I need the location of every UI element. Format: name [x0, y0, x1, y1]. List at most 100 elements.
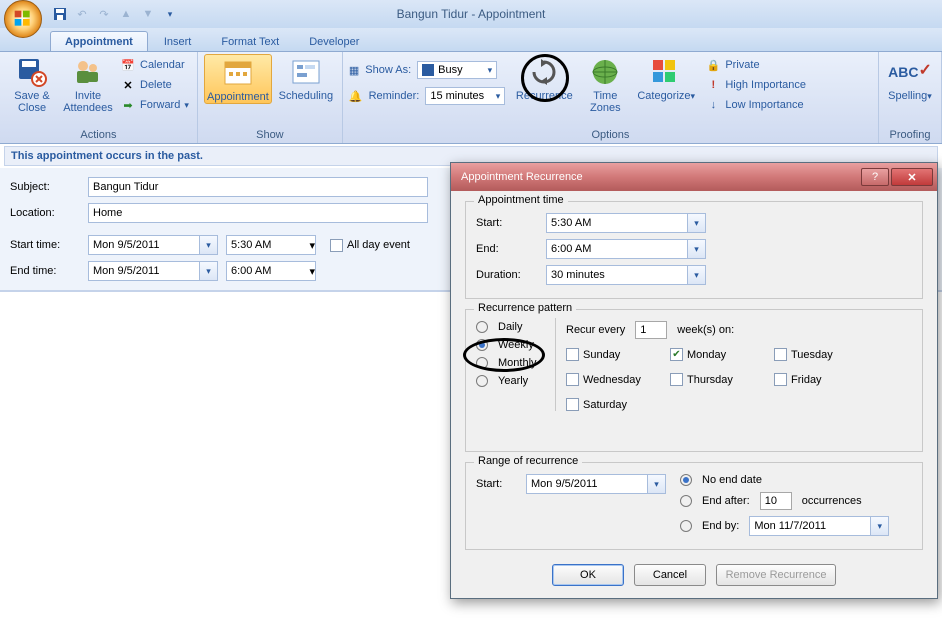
end-by-picker[interactable]: Mon 11/7/2011▾ [749, 516, 889, 536]
time-zones-button[interactable]: Time Zones [583, 54, 627, 114]
interval-input[interactable]: 1 [635, 321, 667, 339]
lock-icon: 🔒 [705, 57, 721, 73]
forward-button[interactable]: ➡Forward▾ [118, 96, 191, 114]
high-importance-button[interactable]: !High Importance [703, 76, 808, 94]
globe-icon [589, 56, 621, 88]
radio-yearly[interactable]: Yearly [476, 372, 549, 390]
recurrence-icon [528, 56, 560, 88]
recurrence-button[interactable]: Recurrence [515, 54, 573, 102]
group-label-proofing: Proofing [885, 128, 935, 143]
save-close-button[interactable]: Save & Close [6, 54, 58, 114]
occurrences-input[interactable]: 10 [760, 492, 792, 510]
help-button[interactable]: ? [861, 168, 889, 186]
group-show: Appointment Scheduling Show [198, 52, 343, 143]
reminder-icon: 🔔 [349, 90, 363, 103]
group-label-show: Show [204, 128, 336, 143]
cancel-button[interactable]: Cancel [634, 564, 706, 586]
undo-icon[interactable]: ↶ [72, 4, 92, 24]
dropdown-icon: ▾ [199, 262, 217, 280]
redo-icon[interactable]: ↷ [94, 4, 114, 24]
appointment-view-button[interactable]: Appointment [204, 54, 272, 104]
location-input[interactable]: Home [88, 203, 428, 223]
check-thursday[interactable]: Thursday [670, 373, 750, 386]
range-start-picker[interactable]: Mon 9/5/2011▾ [526, 474, 666, 494]
next-icon[interactable]: ▼ [138, 4, 158, 24]
tab-insert[interactable]: Insert [150, 32, 206, 51]
forward-icon: ➡ [120, 97, 136, 113]
window-title: Bangun Tidur - Appointment [397, 7, 546, 21]
end-time-label: End time: [10, 265, 80, 277]
scheduling-button[interactable]: Scheduling [276, 54, 336, 102]
low-importance-button[interactable]: ↓Low Importance [703, 96, 808, 114]
save-close-icon [16, 56, 48, 88]
show-as-combo[interactable]: Busy▾ [417, 61, 497, 79]
prev-icon[interactable]: ▲ [116, 4, 136, 24]
save-close-label: Save & Close [14, 90, 49, 114]
appt-start-combo[interactable]: 5:30 AM▾ [546, 213, 706, 233]
dropdown-icon: ▾ [199, 236, 217, 254]
check-saturday[interactable]: Saturday [566, 398, 646, 411]
subject-label: Subject: [10, 181, 80, 193]
calendar-button[interactable]: 📅Calendar [118, 56, 191, 74]
spelling-icon: ABC✓ [894, 56, 926, 88]
remove-recurrence-button[interactable]: Remove Recurrence [716, 564, 836, 586]
group-proofing: ABC✓ Spelling▾ Proofing [879, 52, 942, 143]
radio-daily[interactable]: Daily [476, 318, 549, 336]
dropdown-icon: ▾ [309, 239, 315, 252]
start-time-label: Start time: [10, 239, 80, 251]
tab-developer[interactable]: Developer [295, 32, 373, 51]
delete-icon: ✕ [120, 77, 136, 93]
qat-dropdown-icon[interactable]: ▾ [160, 4, 180, 24]
calendar-icon: 📅 [120, 57, 136, 73]
radio-end-after[interactable]: End after:10occurrences [680, 489, 912, 513]
recurrence-pattern-group: Recurrence pattern Daily Weekly Monthly … [465, 309, 923, 452]
invite-attendees-button[interactable]: Invite Attendees [62, 54, 114, 114]
radio-monthly[interactable]: Monthly [476, 354, 549, 372]
show-as-icon: ▦ [349, 64, 359, 77]
recurrence-dialog: Appointment Recurrence ? ✕ Appointment t… [450, 162, 938, 599]
group-label-options: Options [349, 128, 872, 143]
end-date-picker[interactable]: Mon 9/5/2011▾ [88, 261, 218, 281]
check-tuesday[interactable]: Tuesday [774, 348, 854, 361]
spelling-button[interactable]: ABC✓ Spelling▾ [885, 54, 935, 102]
check-wednesday[interactable]: Wednesday [566, 373, 646, 386]
categorize-button[interactable]: Categorize▾ [637, 54, 693, 102]
appt-duration-combo[interactable]: 30 minutes▾ [546, 265, 706, 285]
office-logo-icon [13, 9, 33, 29]
all-day-checkbox[interactable]: All day event [330, 239, 410, 252]
appointment-icon [222, 57, 254, 89]
close-button[interactable]: ✕ [891, 168, 933, 186]
appt-end-combo[interactable]: 6:00 AM▾ [546, 239, 706, 259]
dialog-title: Appointment Recurrence [461, 171, 583, 183]
office-button[interactable] [4, 0, 42, 38]
group-label-actions: Actions [6, 128, 191, 143]
subject-input[interactable]: Bangun Tidur [88, 177, 428, 197]
invite-label: Invite Attendees [63, 90, 113, 114]
save-icon[interactable] [50, 4, 70, 24]
reminder-combo[interactable]: 15 minutes▾ [425, 87, 505, 105]
quick-access-toolbar: ↶ ↷ ▲ ▼ ▾ [50, 0, 180, 28]
categorize-icon [649, 56, 681, 88]
start-date-picker[interactable]: Mon 9/5/2011▾ [88, 235, 218, 255]
radio-end-by[interactable]: End by:Mon 11/7/2011▾ [680, 513, 912, 539]
ok-button[interactable]: OK [552, 564, 624, 586]
private-button[interactable]: 🔒Private [703, 56, 808, 74]
range-group: Range of recurrence Start:Mon 9/5/2011▾ … [465, 462, 923, 550]
ribbon-tabs: Appointment Insert Format Text Developer [0, 28, 942, 52]
location-label: Location: [10, 207, 80, 219]
tab-appointment[interactable]: Appointment [50, 31, 148, 51]
appointment-time-group: Appointment time Start:5:30 AM▾ End:6:00… [465, 201, 923, 299]
low-importance-icon: ↓ [705, 97, 721, 113]
end-time-picker[interactable]: 6:00 AM▾ [226, 261, 316, 281]
check-monday[interactable]: ✔Monday [670, 348, 750, 361]
dialog-titlebar: Appointment Recurrence ? ✕ [451, 163, 937, 191]
check-friday[interactable]: Friday [774, 373, 854, 386]
radio-no-end[interactable]: No end date [680, 471, 912, 489]
delete-button[interactable]: ✕Delete [118, 76, 191, 94]
start-time-picker[interactable]: 5:30 AM▾ [226, 235, 316, 255]
radio-weekly[interactable]: Weekly [476, 336, 549, 354]
check-sunday[interactable]: Sunday [566, 348, 646, 361]
scheduling-icon [290, 56, 322, 88]
group-actions: Save & Close Invite Attendees 📅Calendar … [0, 52, 198, 143]
tab-format-text[interactable]: Format Text [207, 32, 293, 51]
